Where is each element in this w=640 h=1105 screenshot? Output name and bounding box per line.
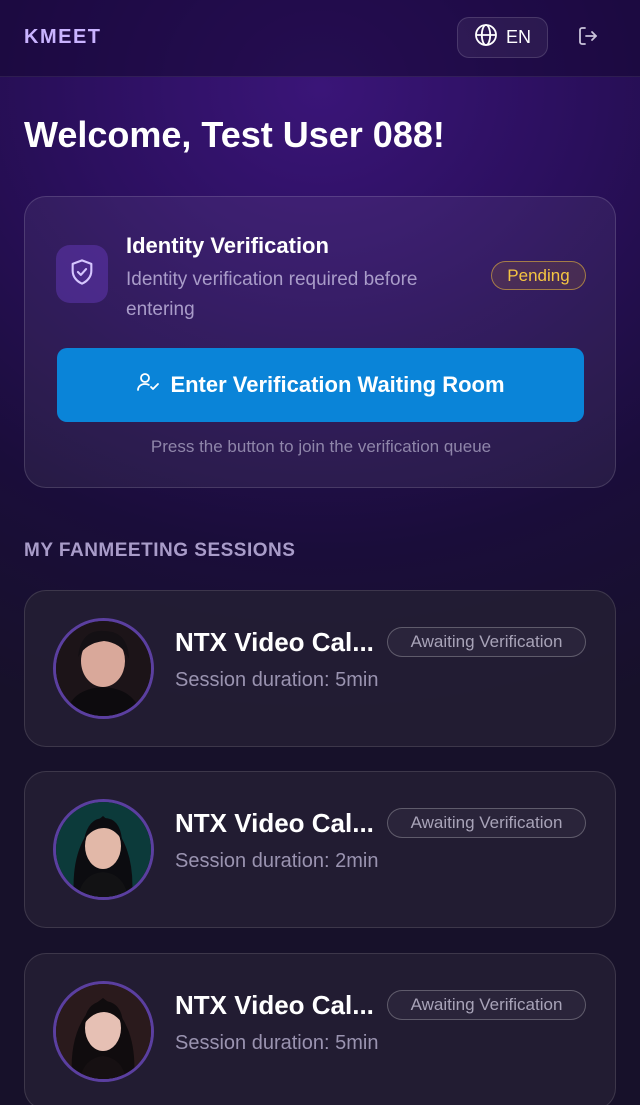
verification-card: Identity Verification Identity verificat… <box>24 196 616 488</box>
verification-title: Identity Verification <box>126 233 329 258</box>
session-title: NTX Video Cal... <box>175 627 374 657</box>
app-logo[interactable]: KMEET <box>24 26 102 49</box>
user-check-icon <box>136 370 160 400</box>
verification-description: Identity verification required before en… <box>126 269 418 320</box>
shield-check-icon <box>68 258 96 291</box>
session-duration: Session duration: 5min <box>175 1032 379 1054</box>
pending-status-badge: Pending <box>491 261 586 290</box>
language-label: EN <box>505 27 531 47</box>
shield-icon-container <box>56 245 108 303</box>
session-duration: Session duration: 5min <box>175 669 379 691</box>
language-button[interactable]: EN <box>457 17 548 58</box>
logout-icon <box>576 24 600 53</box>
welcome-heading: Welcome, Test User 088! <box>24 114 445 155</box>
verification-hint: Press the button to join the verificatio… <box>150 437 492 456</box>
top-bar: KMEET EN <box>0 0 640 77</box>
session-status-badge: Awaiting Verification <box>387 990 586 1020</box>
session-duration: Session duration: 2min <box>175 850 379 872</box>
artist-avatar <box>53 981 154 1082</box>
session-status-badge: Awaiting Verification <box>387 808 586 838</box>
enter-waiting-room-button[interactable]: Enter Verification Waiting Room <box>57 348 584 422</box>
sessions-section-title: MY FANMEETING SESSIONS <box>24 540 296 561</box>
globe-icon <box>474 23 498 52</box>
session-title: NTX Video Cal... <box>175 808 374 838</box>
enter-button-label: Enter Verification Waiting Room <box>170 372 505 397</box>
session-card[interactable]: NTX Video Cal... Awaiting Verification S… <box>24 771 616 928</box>
session-card[interactable]: NTX Video Cal... Awaiting Verification S… <box>24 590 616 747</box>
artist-avatar <box>53 799 154 900</box>
session-title: NTX Video Cal... <box>175 990 374 1020</box>
logout-button[interactable] <box>572 24 604 52</box>
session-card[interactable]: NTX Video Cal... Awaiting Verification S… <box>24 953 616 1105</box>
session-status-badge: Awaiting Verification <box>387 627 586 657</box>
artist-avatar <box>53 618 154 719</box>
